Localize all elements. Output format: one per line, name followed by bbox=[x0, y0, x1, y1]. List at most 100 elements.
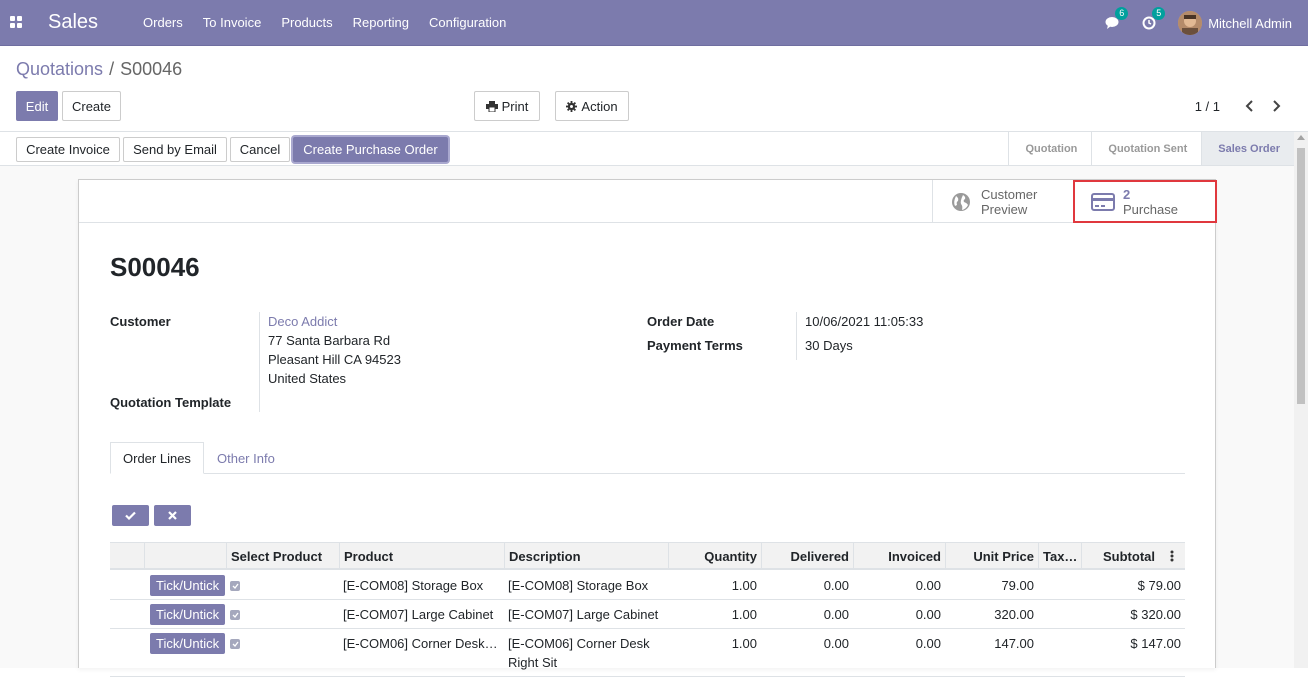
optional-columns-icon[interactable] bbox=[1159, 543, 1185, 569]
address-line-2: Pleasant Hill CA 94523 bbox=[268, 352, 401, 367]
col-taxes[interactable]: Tax… bbox=[1038, 543, 1081, 569]
description-cell: [E-COM08] Storage Box bbox=[508, 578, 649, 593]
menu-reporting[interactable]: Reporting bbox=[353, 15, 409, 30]
invoiced-cell: 0.00 bbox=[915, 607, 941, 622]
tab-order-lines[interactable]: Order Lines bbox=[110, 442, 204, 474]
subtotal-cell: $ 147.00 bbox=[1130, 636, 1181, 651]
document-title: S00046 bbox=[110, 252, 200, 282]
invoiced-cell: 0.00 bbox=[915, 578, 941, 593]
table-row[interactable]: Tick/Untick [E-COM07] Large Cabinet [E-C… bbox=[110, 600, 1185, 629]
col-quantity[interactable]: Quantity bbox=[668, 543, 761, 569]
status-stages: Quotation Quotation Sent Sales Order bbox=[1008, 132, 1294, 165]
col-tick bbox=[144, 543, 226, 569]
breadcrumb-quotations[interactable]: Quotations bbox=[16, 59, 103, 79]
scrollbar[interactable] bbox=[1294, 132, 1308, 668]
customer-link[interactable]: Deco Addict bbox=[268, 314, 337, 329]
quantity-cell: 1.00 bbox=[731, 636, 757, 651]
delivered-cell: 0.00 bbox=[823, 607, 849, 622]
customer-preview-button[interactable]: Customer Preview bbox=[932, 180, 1075, 223]
stage-quotation[interactable]: Quotation bbox=[1008, 132, 1091, 165]
action-button[interactable]: Action bbox=[555, 91, 629, 121]
col-subtotal[interactable]: Subtotal bbox=[1081, 543, 1159, 569]
tick-cell: Tick/Untick bbox=[146, 600, 226, 629]
col-product[interactable]: Product bbox=[339, 543, 504, 569]
breadcrumb-separator: / bbox=[109, 59, 115, 79]
app-name[interactable]: Sales bbox=[48, 11, 98, 34]
stage-quotation-sent[interactable]: Quotation Sent bbox=[1091, 132, 1201, 165]
select-product-cell bbox=[226, 571, 339, 600]
col-delivered[interactable]: Delivered bbox=[761, 543, 853, 569]
top-navbar: Sales Orders To Invoice Products Reporti… bbox=[0, 0, 1308, 46]
create-purchase-order-button[interactable]: Create Purchase Order bbox=[293, 137, 448, 162]
pager-value[interactable]: 1 / 1 bbox=[1195, 99, 1220, 114]
user-avatar bbox=[1178, 11, 1203, 35]
form-sheet: Customer Preview 2 Purchase S00046 Custo… bbox=[78, 179, 1217, 677]
tick-cell: Tick/Untick bbox=[146, 629, 226, 658]
product-cell: [E-COM07] Large Cabinet bbox=[343, 607, 494, 622]
cancel-button[interactable]: Cancel bbox=[230, 137, 290, 162]
stage-sales-order[interactable]: Sales Order bbox=[1201, 132, 1294, 165]
scroll-thumb[interactable] bbox=[1297, 148, 1305, 404]
select-product-checkbox[interactable] bbox=[230, 609, 240, 620]
table-row[interactable]: Tick/Untick [E-COM08] Storage Box [E-COM… bbox=[110, 571, 1185, 600]
description-cell-line2: Right Sit bbox=[508, 655, 558, 670]
menu-orders[interactable]: Orders bbox=[143, 15, 183, 30]
breadcrumb: Quotations / S00046 bbox=[16, 59, 182, 80]
select-product-checkbox[interactable] bbox=[230, 580, 240, 591]
tick-untick-button[interactable]: Tick/Untick bbox=[150, 604, 226, 625]
delivered-cell: 0.00 bbox=[823, 578, 849, 593]
tick-untick-button[interactable]: Tick/Untick bbox=[150, 633, 226, 654]
menu-to-invoice[interactable]: To Invoice bbox=[203, 15, 262, 30]
messages-button[interactable]: 6 bbox=[1105, 7, 1129, 30]
smart-button-box: Customer Preview 2 Purchase bbox=[79, 180, 1217, 223]
check-icon bbox=[125, 511, 136, 520]
create-invoice-button[interactable]: Create Invoice bbox=[16, 137, 120, 162]
menu-products[interactable]: Products bbox=[281, 15, 332, 30]
create-button[interactable]: Create bbox=[62, 91, 121, 121]
col-handle bbox=[110, 543, 144, 569]
customer-preview-line2: Preview bbox=[981, 201, 1028, 217]
pager-next-icon[interactable] bbox=[1269, 96, 1285, 116]
tick-untick-button[interactable]: Tick/Untick bbox=[150, 575, 226, 596]
product-cell: [E-COM08] Storage Box bbox=[343, 578, 484, 593]
select-all-button[interactable] bbox=[112, 505, 149, 526]
edit-button[interactable]: Edit bbox=[16, 91, 58, 121]
unselect-all-button[interactable] bbox=[154, 505, 191, 526]
col-unit-price[interactable]: Unit Price bbox=[945, 543, 1038, 569]
messages-badge: 6 bbox=[1115, 7, 1129, 20]
print-icon bbox=[485, 100, 498, 112]
menu-configuration[interactable]: Configuration bbox=[429, 15, 506, 30]
order-date-label: Order Date bbox=[647, 314, 715, 329]
col-description[interactable]: Description bbox=[504, 543, 668, 569]
user-name: Mitchell Admin bbox=[1208, 15, 1292, 31]
select-product-checkbox[interactable] bbox=[230, 638, 240, 649]
col-invoiced[interactable]: Invoiced bbox=[853, 543, 945, 569]
left-field-separator bbox=[259, 312, 260, 412]
product-cell: [E-COM06] Corner Desk… bbox=[343, 636, 498, 651]
purchase-count: 2 bbox=[1123, 186, 1131, 202]
activities-button[interactable]: 5 bbox=[1142, 7, 1166, 30]
table-row[interactable]: Tick/Untick [E-COM06] Corner Desk… [E-CO… bbox=[110, 629, 1185, 677]
quantity-cell: 1.00 bbox=[731, 578, 757, 593]
tick-cell: Tick/Untick bbox=[146, 571, 226, 600]
send-by-email-button[interactable]: Send by Email bbox=[123, 137, 227, 162]
apps-menu-icon[interactable] bbox=[0, 0, 46, 46]
delivered-cell: 0.00 bbox=[823, 636, 849, 651]
right-field-separator bbox=[796, 312, 797, 360]
quotation-template-label: Quotation Template bbox=[110, 395, 232, 410]
customer-preview-line1: Customer bbox=[981, 186, 1038, 202]
customer-label: Customer bbox=[110, 314, 171, 329]
tab-other-info[interactable]: Other Info bbox=[205, 442, 287, 474]
gear-icon bbox=[566, 100, 578, 112]
purchase-label: Purchase bbox=[1123, 201, 1178, 217]
col-select-product[interactable]: Select Product bbox=[226, 543, 339, 569]
scroll-up-icon[interactable] bbox=[1297, 135, 1305, 140]
quantity-cell: 1.00 bbox=[731, 607, 757, 622]
credit-card-icon bbox=[1091, 192, 1115, 211]
order-date-value: 10/06/2021 11:05:33 bbox=[805, 314, 924, 329]
payment-terms-label: Payment Terms bbox=[647, 338, 743, 353]
purchase-smart-button[interactable]: 2 Purchase bbox=[1073, 180, 1217, 223]
pager-previous-icon[interactable] bbox=[1241, 96, 1257, 116]
user-menu[interactable]: Mitchell Admin bbox=[1178, 11, 1292, 35]
print-button[interactable]: Print bbox=[474, 91, 540, 121]
